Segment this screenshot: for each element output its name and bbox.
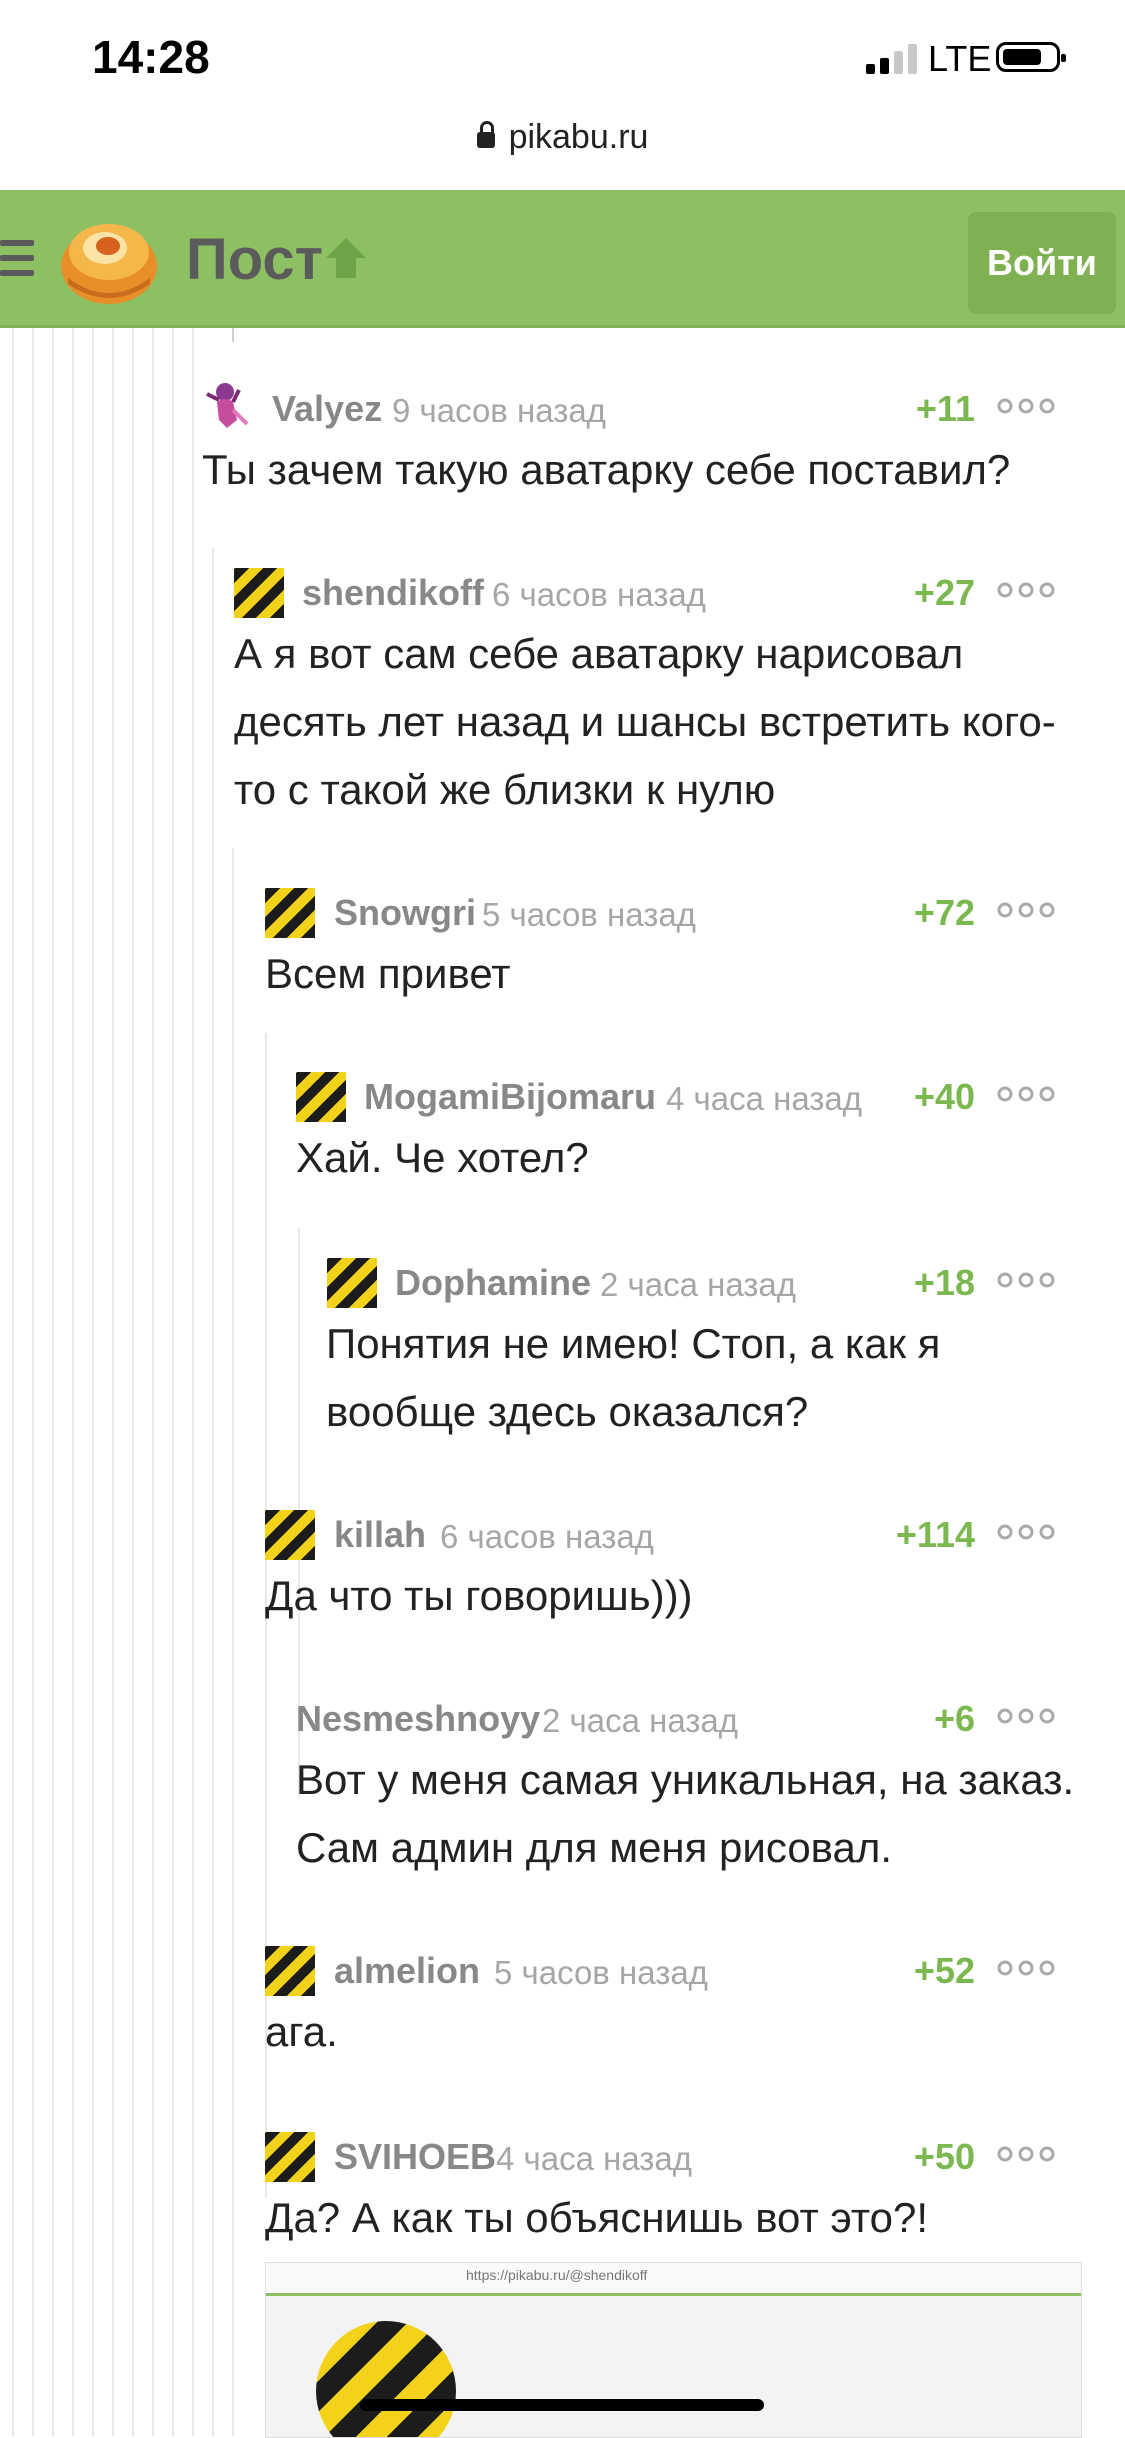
page-title: Пост	[186, 227, 324, 292]
embedded-browser-bar: https://pikabu.ru/@shendikoff	[266, 2263, 1081, 2296]
comment-text: Всем привет	[265, 950, 511, 997]
comment-author[interactable]: MogamiBijomaru	[364, 1076, 656, 1118]
more-options-icon[interactable]	[996, 2145, 1056, 2163]
comment-time: 2 часа назад	[542, 1702, 739, 1739]
comment-rating: +72	[913, 892, 975, 933]
login-button[interactable]: Войти	[968, 212, 1116, 314]
battery-icon	[996, 42, 1066, 72]
comment-rating: +11	[915, 388, 975, 429]
comment-author[interactable]: Nesmeshnoyy	[296, 1698, 540, 1740]
embedded-url: https://pikabu.ru/@shendikoff	[466, 2267, 648, 2283]
more-options-icon[interactable]	[996, 1523, 1056, 1541]
menu-icon[interactable]	[0, 240, 34, 280]
comment-rating: +18	[913, 1262, 975, 1303]
comment-rating: +40	[913, 1076, 975, 1117]
comment-time: 5 часов назад	[482, 896, 696, 933]
comment-text: Вот у меня самая уникальная, на заказ. С…	[296, 1756, 1075, 1871]
pikabu-logo-icon[interactable]	[58, 212, 160, 306]
user-avatar-icon[interactable]	[327, 1258, 377, 1308]
comment-rating: +50	[913, 2136, 975, 2177]
comment-author[interactable]: Snowgri	[334, 892, 476, 934]
url-text: pikabu.ru	[508, 118, 649, 156]
comment-rating: +114	[895, 1514, 975, 1555]
user-avatar-icon[interactable]	[234, 568, 284, 618]
comment-author[interactable]: Valyez	[272, 388, 382, 430]
user-avatar-icon[interactable]	[203, 380, 253, 430]
comment-text: Хай. Че хотел?	[296, 1134, 589, 1181]
comment-time: 6 часов назад	[440, 1518, 654, 1555]
comment-time: 4 часа назад	[666, 1080, 863, 1117]
user-avatar-icon[interactable]	[265, 888, 315, 938]
user-avatar-icon[interactable]	[265, 2132, 315, 2182]
signal-icon	[866, 44, 917, 74]
comment-rating: +6	[933, 1698, 975, 1739]
user-avatar-icon[interactable]	[265, 1946, 315, 1996]
comment-time: 9 часов назад	[392, 392, 606, 429]
comment-author[interactable]: almelion	[334, 1950, 480, 1992]
comment-image[interactable]: https://pikabu.ru/@shendikoff	[265, 2262, 1082, 2438]
more-options-icon[interactable]	[996, 1085, 1056, 1103]
comment-rating: +27	[913, 572, 975, 613]
lock-icon	[476, 121, 495, 148]
user-avatar-icon[interactable]	[265, 1510, 315, 1560]
home-indicator[interactable]	[360, 2399, 764, 2411]
comment-text: Понятия не имею! Стоп, а как я вообще зд…	[326, 1320, 941, 1435]
more-options-icon[interactable]	[996, 901, 1056, 919]
comment-time: 6 часов назад	[492, 576, 706, 613]
comment-time: 2 часа назад	[600, 1266, 797, 1303]
more-options-icon[interactable]	[996, 1707, 1056, 1725]
network-label: LTE	[928, 38, 992, 79]
comment-author[interactable]: Dophamine	[395, 1262, 591, 1304]
comment-text: ага.	[265, 2008, 338, 2055]
comment-text: Ты зачем такую аватарку себе поставил?	[202, 446, 1011, 493]
comment-author[interactable]: killah	[334, 1514, 426, 1556]
more-options-icon[interactable]	[996, 581, 1056, 599]
comment-text: Да? А как ты объяснишь вот это?!	[265, 2194, 929, 2241]
user-avatar-icon[interactable]	[296, 1072, 346, 1122]
more-options-icon[interactable]	[996, 1271, 1056, 1289]
comment-text: Да что ты говоришь)))	[265, 1572, 693, 1619]
status-bar: 14:28 LTE	[0, 0, 1125, 120]
more-options-icon[interactable]	[996, 397, 1056, 415]
site-header: Пост Войти	[0, 190, 1125, 328]
comment-time: 5 часов назад	[494, 1954, 708, 1991]
more-options-icon[interactable]	[996, 1959, 1056, 1977]
arrow-up-icon[interactable]	[322, 234, 370, 282]
comment-time: 4 часа назад	[496, 2140, 693, 2177]
embedded-avatar	[316, 2321, 456, 2437]
comment-rating: +52	[913, 1950, 975, 1991]
comment-author[interactable]: shendikoff	[302, 572, 484, 614]
address-bar[interactable]: pikabu.ru	[0, 118, 1125, 157]
comment-text: А я вот сам себе аватарку нарисовал деся…	[234, 630, 1056, 813]
comment-author[interactable]: SVIHOEB	[334, 2136, 496, 2178]
status-time: 14:28	[92, 31, 210, 83]
